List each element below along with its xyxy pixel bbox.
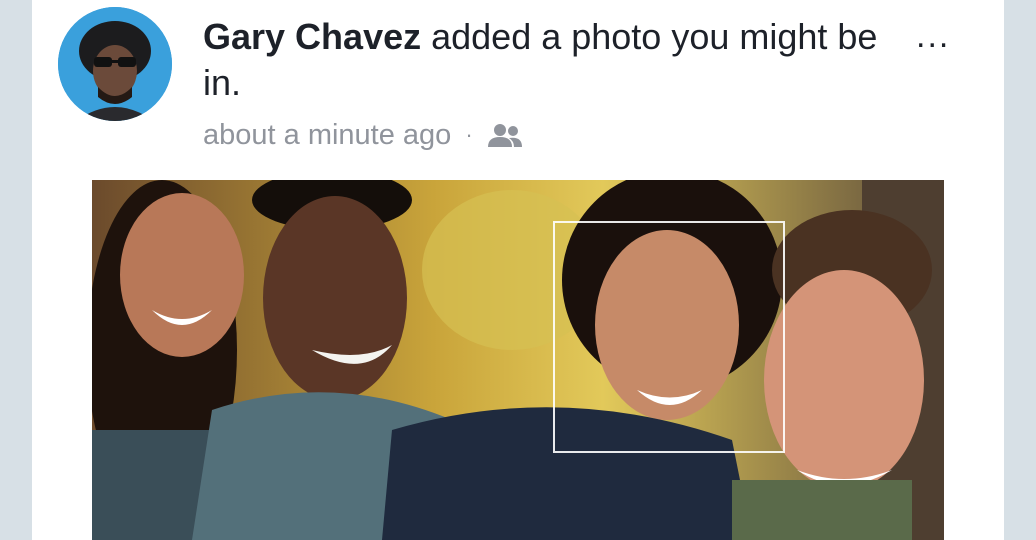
meta-separator: ·	[465, 122, 473, 147]
author-name-link[interactable]: Gary Chavez	[203, 16, 421, 57]
more-options-button[interactable]: ...	[916, 14, 950, 58]
post-photo[interactable]	[92, 180, 944, 540]
friends-icon[interactable]	[487, 122, 523, 148]
face-tag-box[interactable]	[553, 221, 785, 453]
author-avatar[interactable]	[58, 7, 172, 121]
post-headline: Gary Chavez added a photo you might be i…	[203, 14, 893, 106]
post-timestamp[interactable]: about a minute ago	[203, 119, 451, 152]
avatar-image	[58, 7, 172, 121]
group-photo-image	[92, 180, 944, 540]
post-meta: about a minute ago ·	[203, 114, 523, 156]
